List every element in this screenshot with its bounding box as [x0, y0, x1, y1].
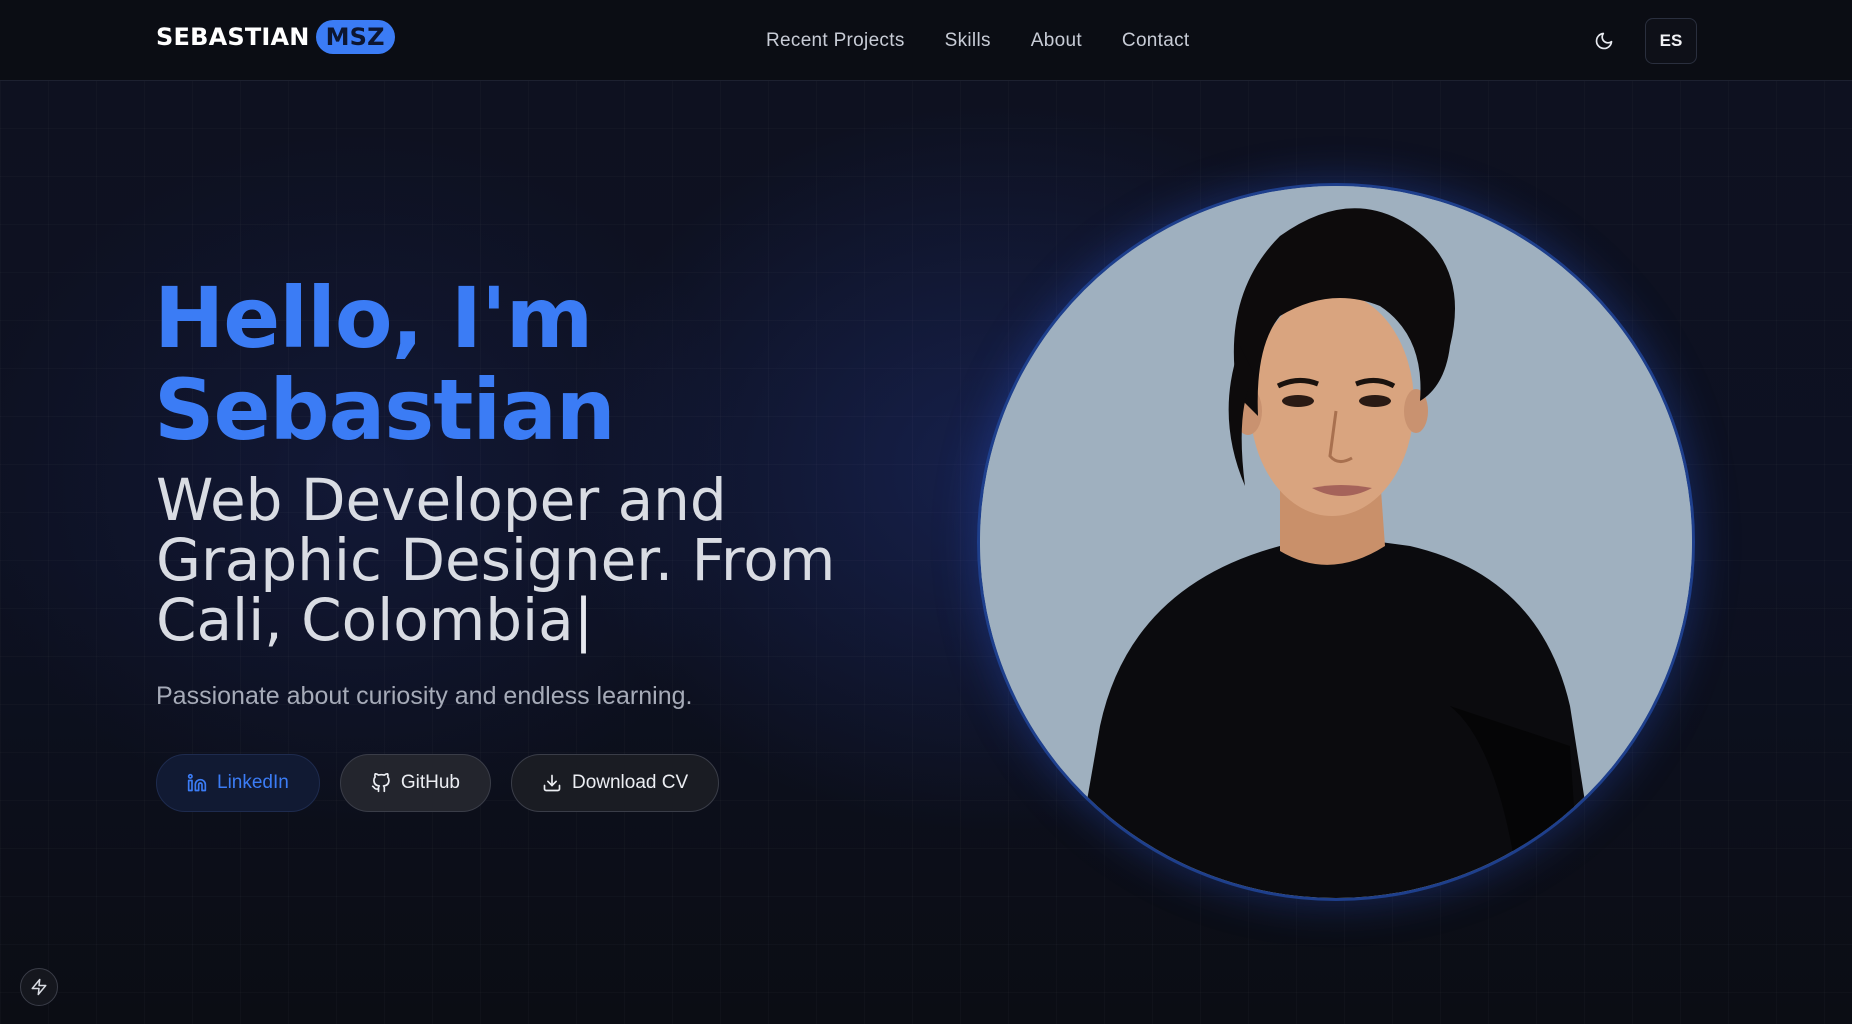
download-cv-button[interactable]: Download CV [510, 754, 720, 812]
nav-contact[interactable]: Contact [1122, 30, 1190, 52]
logo-name: SEBASTIAN [156, 23, 310, 51]
github-button[interactable]: GitHub [339, 754, 491, 812]
lightning-button[interactable] [20, 968, 58, 1006]
linkedin-button[interactable]: LinkedIn [156, 754, 320, 812]
nav-about[interactable]: About [1031, 30, 1082, 52]
nav-recent-projects[interactable]: Recent Projects [766, 30, 905, 52]
hero-role: Web Developer and Graphic Designer. From… [156, 470, 836, 650]
logo-badge: MSZ [315, 20, 395, 54]
main-nav: Recent Projects Skills About Contact [766, 30, 1190, 52]
nav-skills[interactable]: Skills [945, 30, 991, 52]
profile-photo [980, 186, 1692, 898]
typing-caret: | [573, 586, 594, 654]
hero-tagline: Passionate about curiosity and endless l… [156, 682, 693, 710]
theme-toggle-button[interactable] [1586, 24, 1622, 58]
greeting-line-1: Hello, I'm [154, 269, 593, 367]
site-header: SEBASTIAN MSZ Recent Projects Skills Abo… [0, 0, 1852, 81]
moon-icon [1595, 32, 1613, 50]
lightning-icon [31, 978, 47, 996]
github-icon [371, 773, 390, 793]
hero-greeting: Hello, I'm Sebastian [154, 269, 616, 459]
github-label: GitHub [400, 772, 460, 793]
site-logo[interactable]: SEBASTIAN MSZ [156, 20, 395, 54]
linkedin-icon [187, 773, 207, 792]
language-button[interactable]: ES [1645, 18, 1697, 64]
download-icon [543, 774, 561, 792]
greeting-line-2: Sebastian [154, 361, 616, 459]
hero-buttons: LinkedIn GitHub Download CV [156, 754, 720, 812]
role-text: Web Developer and Graphic Designer. From… [156, 466, 836, 654]
download-cv-label: Download CV [571, 772, 689, 793]
linkedin-label: LinkedIn [217, 772, 289, 793]
